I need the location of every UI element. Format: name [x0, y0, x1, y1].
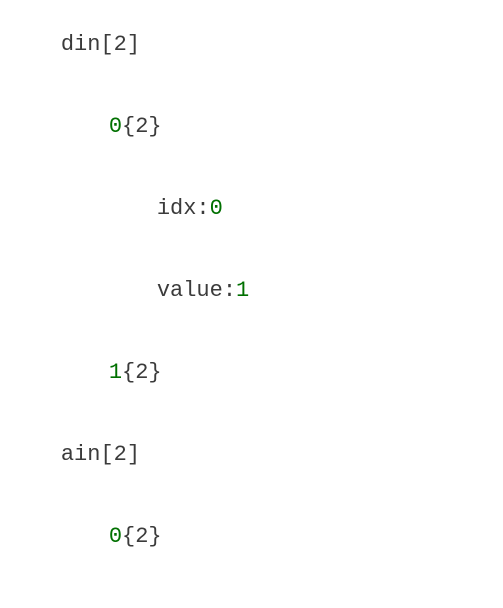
tree-node-din-1[interactable]: 1{2} — [8, 332, 495, 414]
colon: : — [196, 196, 209, 221]
leaf-value: 1 — [236, 278, 249, 303]
leaf-key: idx — [157, 196, 197, 221]
node-suffix: [2] — [100, 32, 140, 57]
node-suffix: [2] — [100, 442, 140, 467]
tree-node-ain-1[interactable]: 1{2} — [8, 578, 495, 608]
tree-node-ain[interactable]: ain[2] — [8, 414, 495, 496]
leaf-value: 0 — [210, 196, 223, 221]
node-suffix: {2} — [122, 360, 162, 385]
leaf-key: value — [157, 278, 223, 303]
node-label: 1 — [109, 360, 122, 385]
node-label: 0 — [109, 114, 122, 139]
tree-node-din-0[interactable]: 0{2} — [8, 86, 495, 168]
tree-leaf-din-0-idx[interactable]: idx:0 — [8, 168, 495, 250]
tree-node-ain-0[interactable]: 0{2} — [8, 496, 495, 578]
colon: : — [223, 278, 236, 303]
node-suffix: {2} — [122, 114, 162, 139]
node-label: ain — [61, 442, 101, 467]
node-label: din — [61, 32, 101, 57]
node-suffix: {2} — [122, 524, 162, 549]
node-label: 0 — [109, 524, 122, 549]
json-tree: din[2] 0{2} idx:0 value:1 1{2} ain[2] 0{… — [0, 0, 503, 608]
tree-node-din[interactable]: din[2] — [8, 4, 495, 86]
tree-leaf-din-0-value[interactable]: value:1 — [8, 250, 495, 332]
